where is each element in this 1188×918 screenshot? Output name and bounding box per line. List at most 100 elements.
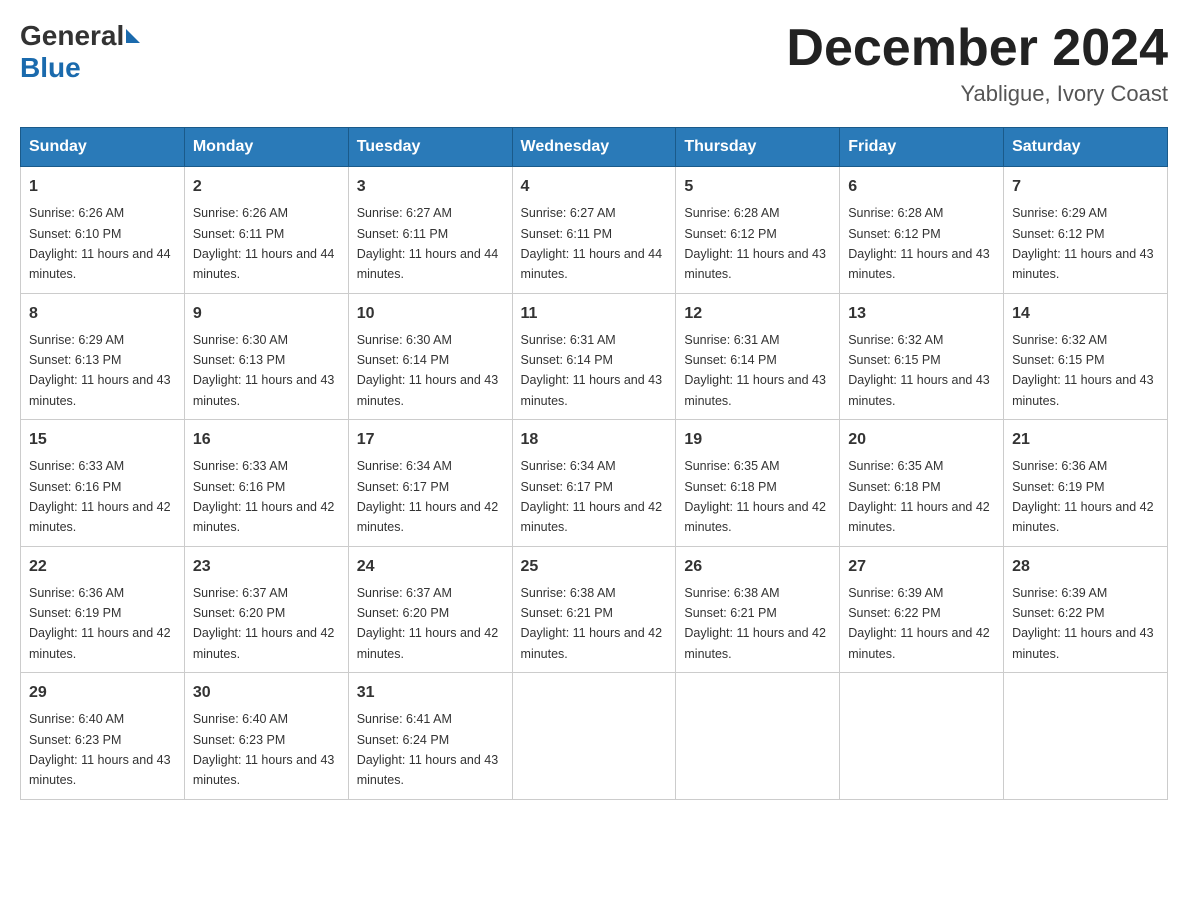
day-number: 13 [848,302,995,326]
calendar-cell: 21 Sunrise: 6:36 AMSunset: 6:19 PMDaylig… [1004,420,1168,547]
day-number: 21 [1012,428,1159,452]
calendar-cell: 2 Sunrise: 6:26 AMSunset: 6:11 PMDayligh… [184,167,348,294]
calendar-cell [1004,673,1168,800]
calendar-cell: 1 Sunrise: 6:26 AMSunset: 6:10 PMDayligh… [21,167,185,294]
calendar-cell: 5 Sunrise: 6:28 AMSunset: 6:12 PMDayligh… [676,167,840,294]
day-info: Sunrise: 6:40 AMSunset: 6:23 PMDaylight:… [29,712,171,787]
day-number: 2 [193,175,340,199]
calendar-cell: 8 Sunrise: 6:29 AMSunset: 6:13 PMDayligh… [21,293,185,420]
day-info: Sunrise: 6:27 AMSunset: 6:11 PMDaylight:… [357,206,499,281]
logo-general-text: General [20,20,124,52]
day-number: 16 [193,428,340,452]
day-number: 10 [357,302,504,326]
day-number: 4 [521,175,668,199]
calendar-cell: 14 Sunrise: 6:32 AMSunset: 6:15 PMDaylig… [1004,293,1168,420]
day-number: 25 [521,555,668,579]
day-number: 27 [848,555,995,579]
day-number: 12 [684,302,831,326]
day-number: 9 [193,302,340,326]
calendar-cell: 4 Sunrise: 6:27 AMSunset: 6:11 PMDayligh… [512,167,676,294]
calendar-cell: 31 Sunrise: 6:41 AMSunset: 6:24 PMDaylig… [348,673,512,800]
calendar-cell: 3 Sunrise: 6:27 AMSunset: 6:11 PMDayligh… [348,167,512,294]
header-thursday: Thursday [676,128,840,167]
day-info: Sunrise: 6:28 AMSunset: 6:12 PMDaylight:… [848,206,990,281]
day-info: Sunrise: 6:36 AMSunset: 6:19 PMDaylight:… [1012,459,1154,534]
day-info: Sunrise: 6:31 AMSunset: 6:14 PMDaylight:… [521,333,663,408]
day-info: Sunrise: 6:37 AMSunset: 6:20 PMDaylight:… [193,586,335,661]
calendar-cell: 25 Sunrise: 6:38 AMSunset: 6:21 PMDaylig… [512,546,676,673]
calendar-cell: 18 Sunrise: 6:34 AMSunset: 6:17 PMDaylig… [512,420,676,547]
day-info: Sunrise: 6:37 AMSunset: 6:20 PMDaylight:… [357,586,499,661]
header-sunday: Sunday [21,128,185,167]
day-number: 20 [848,428,995,452]
calendar-cell: 17 Sunrise: 6:34 AMSunset: 6:17 PMDaylig… [348,420,512,547]
calendar-week-row: 1 Sunrise: 6:26 AMSunset: 6:10 PMDayligh… [21,167,1168,294]
day-info: Sunrise: 6:30 AMSunset: 6:13 PMDaylight:… [193,333,335,408]
calendar-title: December 2024 [786,20,1168,77]
calendar-week-row: 8 Sunrise: 6:29 AMSunset: 6:13 PMDayligh… [21,293,1168,420]
day-info: Sunrise: 6:35 AMSunset: 6:18 PMDaylight:… [684,459,826,534]
day-number: 8 [29,302,176,326]
calendar-cell: 13 Sunrise: 6:32 AMSunset: 6:15 PMDaylig… [840,293,1004,420]
calendar-cell: 22 Sunrise: 6:36 AMSunset: 6:19 PMDaylig… [21,546,185,673]
day-number: 28 [1012,555,1159,579]
day-number: 17 [357,428,504,452]
calendar-cell [840,673,1004,800]
calendar-cell [512,673,676,800]
day-number: 29 [29,681,176,705]
day-number: 22 [29,555,176,579]
day-info: Sunrise: 6:26 AMSunset: 6:11 PMDaylight:… [193,206,335,281]
calendar-cell: 16 Sunrise: 6:33 AMSunset: 6:16 PMDaylig… [184,420,348,547]
day-info: Sunrise: 6:32 AMSunset: 6:15 PMDaylight:… [848,333,990,408]
day-number: 19 [684,428,831,452]
calendar-week-row: 15 Sunrise: 6:33 AMSunset: 6:16 PMDaylig… [21,420,1168,547]
calendar-cell: 7 Sunrise: 6:29 AMSunset: 6:12 PMDayligh… [1004,167,1168,294]
day-info: Sunrise: 6:41 AMSunset: 6:24 PMDaylight:… [357,712,499,787]
logo: General Blue [20,20,142,84]
day-info: Sunrise: 6:27 AMSunset: 6:11 PMDaylight:… [521,206,663,281]
calendar-header-row: Sunday Monday Tuesday Wednesday Thursday… [21,128,1168,167]
day-info: Sunrise: 6:36 AMSunset: 6:19 PMDaylight:… [29,586,171,661]
day-info: Sunrise: 6:30 AMSunset: 6:14 PMDaylight:… [357,333,499,408]
day-info: Sunrise: 6:40 AMSunset: 6:23 PMDaylight:… [193,712,335,787]
day-info: Sunrise: 6:34 AMSunset: 6:17 PMDaylight:… [521,459,663,534]
calendar-cell: 24 Sunrise: 6:37 AMSunset: 6:20 PMDaylig… [348,546,512,673]
header-friday: Friday [840,128,1004,167]
calendar-cell: 28 Sunrise: 6:39 AMSunset: 6:22 PMDaylig… [1004,546,1168,673]
calendar-cell: 15 Sunrise: 6:33 AMSunset: 6:16 PMDaylig… [21,420,185,547]
day-number: 18 [521,428,668,452]
calendar-week-row: 29 Sunrise: 6:40 AMSunset: 6:23 PMDaylig… [21,673,1168,800]
day-info: Sunrise: 6:29 AMSunset: 6:12 PMDaylight:… [1012,206,1154,281]
day-number: 31 [357,681,504,705]
day-info: Sunrise: 6:28 AMSunset: 6:12 PMDaylight:… [684,206,826,281]
day-number: 3 [357,175,504,199]
header-tuesday: Tuesday [348,128,512,167]
day-info: Sunrise: 6:26 AMSunset: 6:10 PMDaylight:… [29,206,171,281]
day-info: Sunrise: 6:33 AMSunset: 6:16 PMDaylight:… [29,459,171,534]
day-info: Sunrise: 6:35 AMSunset: 6:18 PMDaylight:… [848,459,990,534]
day-info: Sunrise: 6:29 AMSunset: 6:13 PMDaylight:… [29,333,171,408]
day-number: 14 [1012,302,1159,326]
day-info: Sunrise: 6:33 AMSunset: 6:16 PMDaylight:… [193,459,335,534]
day-number: 7 [1012,175,1159,199]
calendar-cell: 23 Sunrise: 6:37 AMSunset: 6:20 PMDaylig… [184,546,348,673]
header-saturday: Saturday [1004,128,1168,167]
day-info: Sunrise: 6:31 AMSunset: 6:14 PMDaylight:… [684,333,826,408]
header-wednesday: Wednesday [512,128,676,167]
header-monday: Monday [184,128,348,167]
calendar-cell: 29 Sunrise: 6:40 AMSunset: 6:23 PMDaylig… [21,673,185,800]
calendar-cell: 9 Sunrise: 6:30 AMSunset: 6:13 PMDayligh… [184,293,348,420]
calendar-subtitle: Yabligue, Ivory Coast [786,81,1168,107]
calendar-cell: 10 Sunrise: 6:30 AMSunset: 6:14 PMDaylig… [348,293,512,420]
logo-arrow-icon [126,29,140,43]
day-number: 23 [193,555,340,579]
day-number: 26 [684,555,831,579]
calendar-cell: 12 Sunrise: 6:31 AMSunset: 6:14 PMDaylig… [676,293,840,420]
day-number: 15 [29,428,176,452]
day-number: 6 [848,175,995,199]
day-number: 11 [521,302,668,326]
calendar-cell: 11 Sunrise: 6:31 AMSunset: 6:14 PMDaylig… [512,293,676,420]
day-number: 1 [29,175,176,199]
page-header: General Blue December 2024 Yabligue, Ivo… [20,20,1168,107]
day-number: 24 [357,555,504,579]
